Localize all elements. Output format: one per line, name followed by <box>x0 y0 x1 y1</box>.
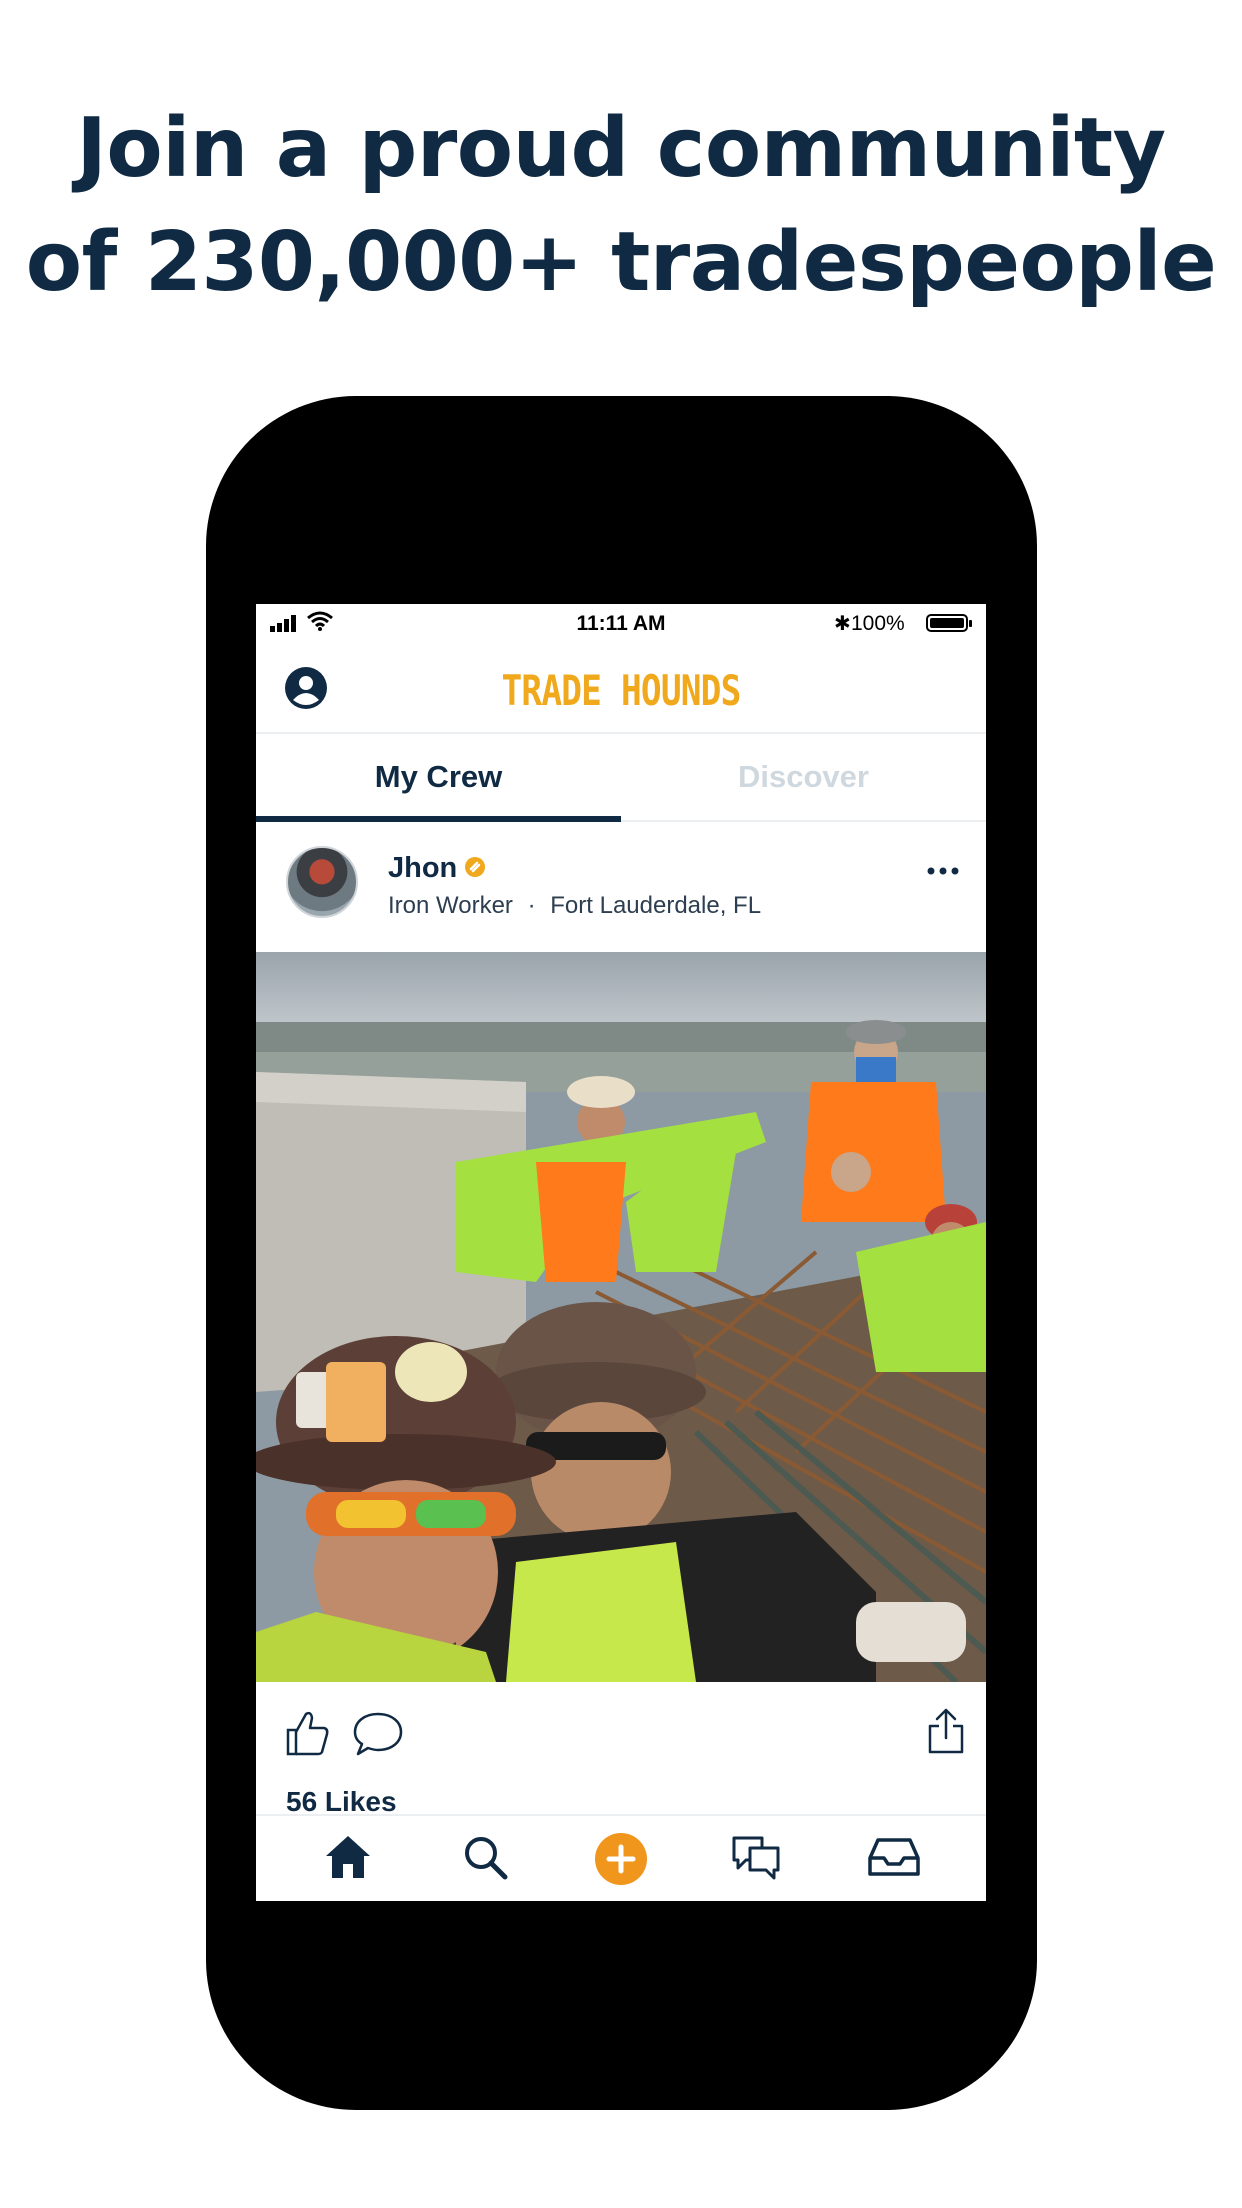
author-location: Fort Lauderdale, FL <box>550 892 762 919</box>
tab-discover[interactable]: Discover <box>621 734 986 820</box>
thumbs-up-icon[interactable] <box>284 1708 330 1758</box>
feed-tabs: My Crew Discover <box>256 734 986 822</box>
battery-icon <box>926 614 972 632</box>
tab-my-crew[interactable]: My Crew <box>256 734 621 820</box>
headline-line-2: of 230,000+ tradespeople <box>25 215 1217 310</box>
post-meta: Iron Worker · Fort Lauderdale, FL <box>388 892 761 920</box>
bottom-navigation <box>256 1814 986 1901</box>
bluetooth-icon: ✱ <box>834 613 851 635</box>
post-photo[interactable] <box>256 952 986 1682</box>
post-author-name[interactable]: Jhon <box>388 852 457 885</box>
trade-hounds-logo: TRADE HOUNDS <box>501 666 742 715</box>
share-icon[interactable] <box>926 1706 966 1756</box>
home-icon[interactable] <box>322 1832 374 1882</box>
verified-badge-icon <box>465 857 485 877</box>
search-icon[interactable] <box>460 1832 510 1882</box>
headline-line-1: Join a proud community <box>76 101 1166 196</box>
inbox-icon[interactable] <box>866 1832 922 1882</box>
more-options-icon[interactable] <box>926 866 960 876</box>
post-actions: 56 Likes <box>256 1682 986 1832</box>
post-header: Jhon Iron Worker · Fort Lauderdale, FL <box>256 822 986 952</box>
marketing-headline: Join a proud community of 230,000+ trade… <box>0 92 1242 320</box>
status-bar: 11:11 AM ✱ 100% <box>256 604 986 644</box>
author-trade: Iron Worker <box>388 892 513 919</box>
chat-icon[interactable] <box>728 1832 784 1882</box>
meta-separator: · <box>527 892 536 919</box>
post-photo-illustration <box>256 952 986 1682</box>
app-screen: 11:11 AM ✱ 100% TRADE HOUNDS My Crew Dis… <box>256 604 986 1901</box>
plus-circle-icon[interactable] <box>594 1832 648 1886</box>
avatar[interactable] <box>286 846 358 918</box>
comment-icon[interactable] <box>352 1710 404 1758</box>
app-header: TRADE HOUNDS <box>256 644 986 734</box>
battery-percent: 100% <box>851 612 905 635</box>
